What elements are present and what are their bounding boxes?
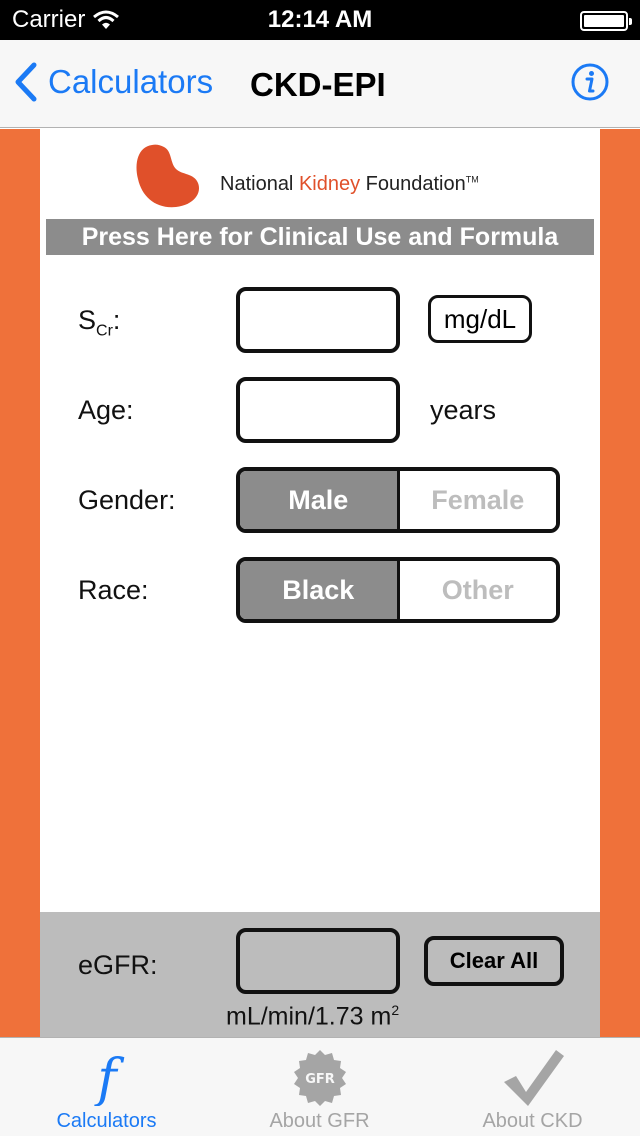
tab-about-gfr[interactable]: GFR About GFR (213, 1038, 426, 1136)
egfr-label: eGFR: (78, 950, 158, 980)
tab-about-gfr-label: About GFR (269, 1110, 370, 1132)
egfr-unit-sup: 2 (391, 1002, 400, 1018)
clinical-use-button[interactable]: Press Here for Clinical Use and Formula (46, 219, 594, 255)
tab-calculators[interactable]: f Calculators (0, 1038, 213, 1136)
age-input[interactable] (236, 377, 400, 443)
scr-unit-button[interactable]: mg/dL (428, 295, 532, 343)
clear-all-button[interactable]: Clear All (424, 936, 564, 986)
gender-option-male[interactable]: Male (240, 471, 400, 529)
race-label: Race: (78, 575, 149, 605)
tab-bar: f Calculators GFR About GFR About CKD (0, 1037, 640, 1136)
scr-label-sub: Cr (96, 322, 113, 340)
battery-icon (580, 11, 632, 31)
gender-option-female[interactable]: Female (399, 471, 556, 529)
tab-about-ckd[interactable]: About CKD (426, 1038, 639, 1136)
egfr-output (236, 928, 400, 994)
tab-calculators-label: Calculators (56, 1110, 157, 1132)
info-icon (571, 63, 609, 101)
result-area: eGFR: Clear All mL/min/1.73 m2 (40, 912, 600, 1037)
kidney-logo-icon (136, 144, 200, 208)
org-name-part2: Kidney (298, 173, 361, 195)
info-button[interactable] (570, 62, 610, 102)
nav-bar: Calculators CKD-EPI (0, 40, 640, 128)
egfr-unit-main: mL/min/1.73 m (226, 1002, 392, 1031)
checkmark-icon (426, 1046, 639, 1110)
org-name-part3: Foundation (360, 173, 466, 195)
back-button[interactable]: Calculators (14, 62, 213, 102)
svg-text:f: f (93, 1050, 124, 1106)
age-unit: years (430, 395, 497, 425)
race-option-other[interactable]: Other (399, 561, 556, 619)
chevron-left-icon (15, 62, 37, 102)
gfr-badge-icon: GFR (213, 1046, 426, 1110)
gender-segmented-control: Male Female (236, 467, 560, 533)
age-label: Age: (78, 395, 134, 425)
status-time: 12:14 AM (267, 6, 373, 33)
page-title: CKD-EPI (250, 66, 386, 103)
svg-text:GFR: GFR (305, 1072, 335, 1087)
scr-label-colon: : (112, 305, 121, 335)
back-label: Calculators (48, 63, 214, 100)
status-bar: Carrier 12:14 AM (0, 0, 640, 40)
trademark: TM (465, 174, 479, 185)
main-background: National Kidney FoundationTM Press Here … (0, 129, 640, 1037)
egfr-unit: mL/min/1.73 m2 (226, 1002, 399, 1031)
org-name-part1: National (220, 173, 299, 195)
calculator-panel: National Kidney FoundationTM Press Here … (40, 129, 600, 1037)
scr-label: SCr: (78, 305, 120, 340)
race-option-black[interactable]: Black (240, 561, 400, 619)
scr-label-main: S (78, 305, 97, 335)
race-segmented-control: Black Other (236, 557, 560, 623)
tab-about-ckd-label: About CKD (482, 1110, 583, 1132)
function-icon: f (0, 1046, 213, 1110)
scr-input[interactable] (236, 287, 400, 353)
organization-name: National Kidney FoundationTM (220, 173, 479, 196)
gender-label: Gender: (78, 485, 176, 515)
